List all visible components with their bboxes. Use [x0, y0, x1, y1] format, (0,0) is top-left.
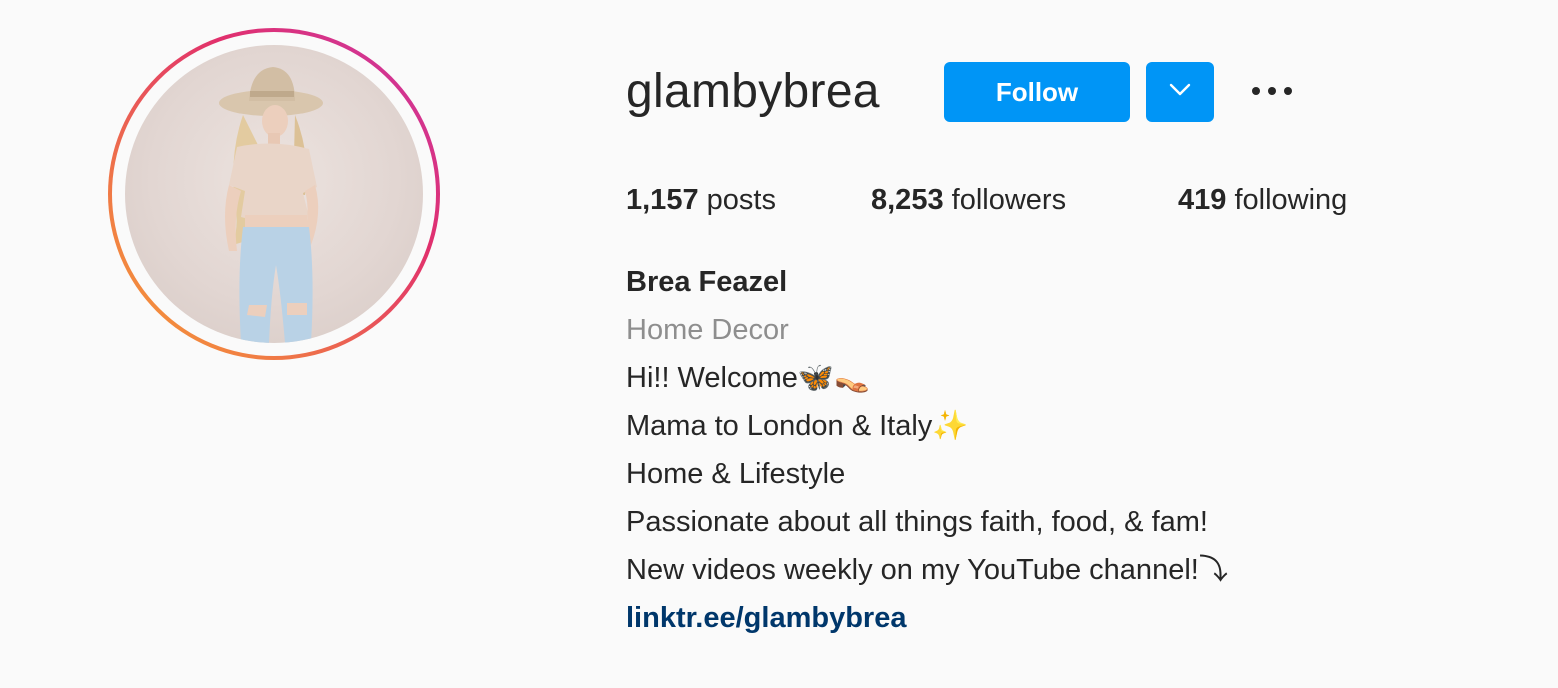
more-options-icon: [1250, 83, 1294, 101]
story-ring[interactable]: [108, 28, 440, 360]
suggested-accounts-button[interactable]: [1146, 62, 1214, 122]
profile-bio: Brea Feazel Home Decor Hi!! Welcome🦋👡 Ma…: [626, 258, 1228, 642]
category-label: Home Decor: [626, 314, 789, 346]
posts-label: posts: [706, 184, 776, 216]
more-options-button[interactable]: [1244, 74, 1300, 110]
follow-button[interactable]: Follow: [944, 62, 1130, 122]
bio-line: Passionate about all things faith, food,…: [626, 506, 1208, 538]
stat-posts: 1,157 posts: [626, 178, 776, 222]
following-count: 419: [1178, 184, 1227, 216]
stat-followers[interactable]: 8,253 followers: [871, 178, 1066, 222]
following-label: following: [1234, 184, 1348, 216]
follow-button-label: Follow: [995, 76, 1079, 107]
bio-link[interactable]: linktr.ee/glambybrea: [626, 594, 1228, 642]
full-name: Brea Feazel: [626, 266, 788, 298]
profile-username: glambybrea: [626, 65, 880, 118]
bio-line: Home & Lifestyle: [626, 458, 846, 490]
stat-following[interactable]: 419 following: [1178, 178, 1347, 222]
followers-label: followers: [951, 184, 1067, 216]
followers-count: 8,253: [871, 184, 944, 216]
bio-line: New videos weekly on my YouTube channel!…: [626, 554, 1228, 586]
bio-line: Mama to London & Italy✨: [626, 410, 969, 442]
chevron-down-icon: [1168, 83, 1192, 102]
avatar[interactable]: [125, 45, 423, 343]
avatar-photo: [219, 67, 323, 343]
bio-line: Hi!! Welcome🦋👡: [626, 362, 871, 394]
posts-count: 1,157: [626, 184, 699, 216]
